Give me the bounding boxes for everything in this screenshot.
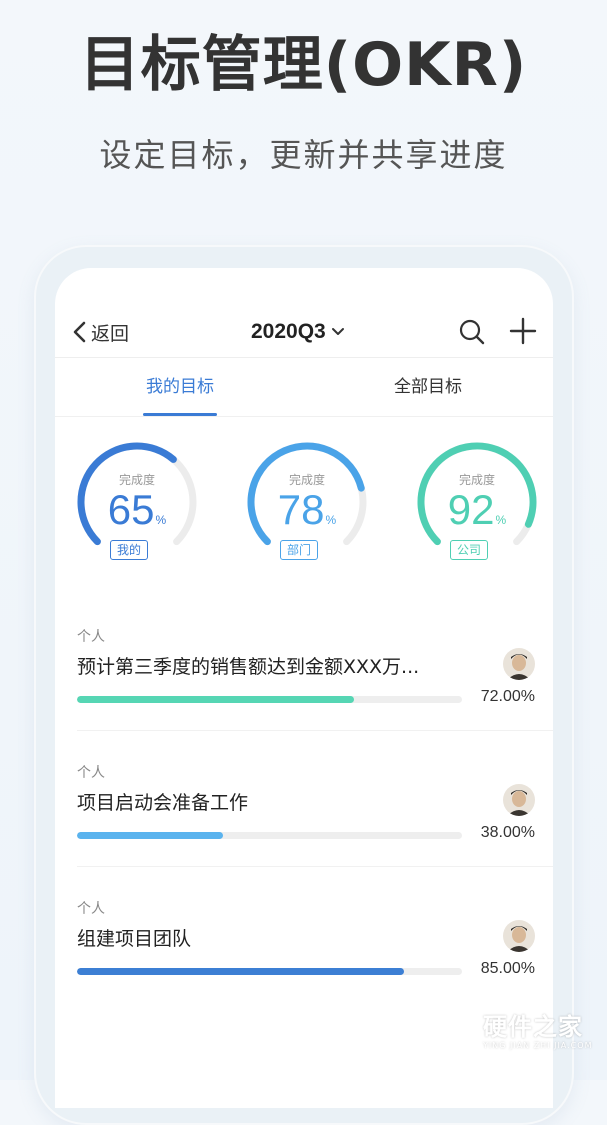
watermark-logo-icon [438, 1007, 478, 1055]
goal-item[interactable]: 个人 项目启动会准备工作 38.00% [55, 762, 553, 898]
progress-bar-fill [77, 832, 224, 839]
avatar-image [503, 648, 535, 680]
chevron-down-icon [331, 328, 344, 335]
promo-subtitle: 设定目标，更新并共享进度 [99, 136, 508, 174]
goal-divider [77, 730, 553, 731]
goal-type: 个人 [77, 629, 105, 645]
app-screen: 返回 2020Q3 我的目标 全部目标 完成度 65% 我的 完成度 78% 部… [55, 268, 553, 1108]
chevron-left-icon [73, 321, 86, 343]
watermark-subtext: YING JIAN ZHI JIA.COM [483, 1041, 593, 1050]
progress-bar [77, 696, 462, 703]
tab-my-goals[interactable]: 我的目标 [110, 358, 250, 416]
progress-text: 38.00% [480, 824, 535, 841]
gauge-tag-department: 部门 [280, 540, 319, 560]
gauge-tag-company: 公司 [450, 540, 489, 560]
goal-item[interactable]: 个人 预计第三季度的销售额达到金额XXX万... 72.00% [55, 626, 553, 762]
avatar[interactable] [503, 920, 535, 952]
back-label: 返回 [91, 322, 130, 345]
plus-icon [509, 317, 537, 345]
navbar: 返回 2020Q3 [55, 310, 553, 354]
gauge-company[interactable]: 完成度 92% 公司 [415, 440, 539, 564]
goal-type: 个人 [77, 901, 105, 917]
gauge-number: 92 [447, 486, 495, 533]
goal-title: 组建项目团队 [77, 928, 192, 950]
goal-type: 个人 [77, 765, 105, 781]
gauge-mine[interactable]: 完成度 65% 我的 [75, 440, 199, 564]
tabs-divider [55, 416, 553, 417]
gauge-number: 65 [107, 486, 155, 533]
tab-all-goals[interactable]: 全部目标 [358, 358, 498, 416]
progress-bar [77, 832, 462, 839]
gauge-unit: % [155, 513, 167, 527]
tab-bar: 我的目标 全部目标 [55, 358, 553, 416]
goal-divider [77, 866, 553, 867]
avatar[interactable] [503, 784, 535, 816]
avatar-image [503, 784, 535, 816]
promo-title: 目标管理(OKR) [79, 30, 528, 100]
period-label: 2020Q3 [251, 320, 326, 343]
search-icon [459, 319, 485, 345]
avatar-image [503, 920, 535, 952]
watermark-text: 硬件之家 [483, 1013, 583, 1041]
search-button[interactable] [457, 317, 487, 347]
gauge-number: 78 [277, 486, 325, 533]
back-button[interactable]: 返回 [71, 316, 129, 348]
gauge-department[interactable]: 完成度 78% 部门 [245, 440, 369, 564]
gauge-unit: % [325, 513, 337, 527]
period-selector[interactable]: 2020Q3 [251, 316, 346, 348]
gauge-value: 65% [75, 488, 199, 532]
gauge-value: 92% [415, 488, 539, 532]
avatar[interactable] [503, 648, 535, 680]
progress-text: 85.00% [480, 960, 535, 977]
progress-bar-fill [77, 968, 405, 975]
goal-title: 项目启动会准备工作 [77, 792, 249, 814]
watermark: 硬件之家 YING JIAN ZHI JIA.COM [437, 1005, 597, 1061]
progress-bar [77, 968, 462, 975]
progress-text: 72.00% [480, 688, 535, 705]
add-button[interactable] [508, 316, 538, 346]
gauge-tag-mine: 我的 [110, 540, 149, 560]
progress-bar-fill [77, 696, 355, 703]
gauge-unit: % [495, 513, 507, 527]
goal-title: 预计第三季度的销售额达到金额XXX万... [77, 656, 420, 678]
gauge-value: 78% [245, 488, 369, 532]
